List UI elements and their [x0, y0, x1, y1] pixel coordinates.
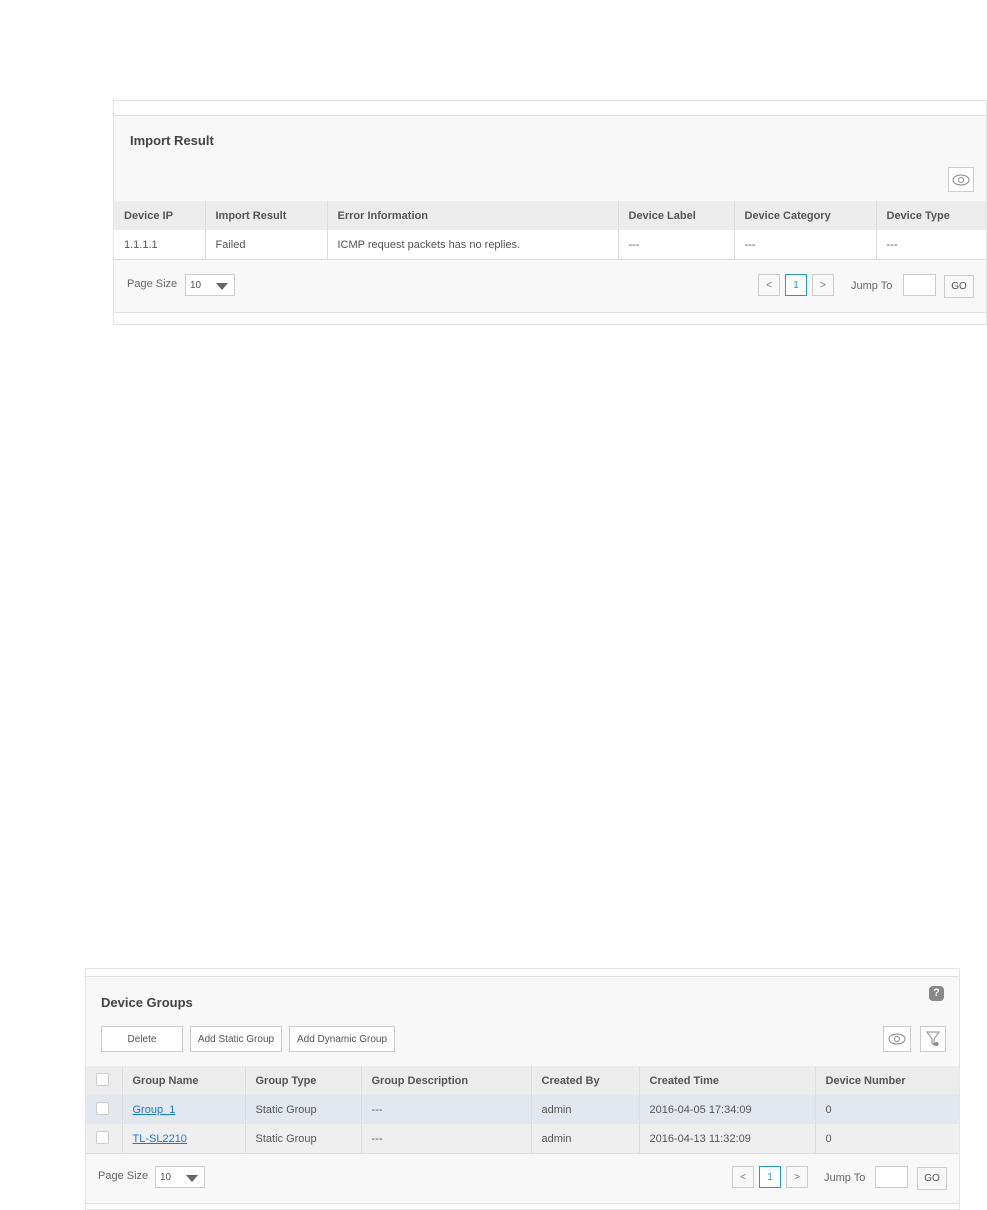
device-groups-panel: Device Groups ? Delete Add Static Group …	[85, 968, 960, 1210]
row-checkbox[interactable]	[96, 1130, 109, 1144]
table-row[interactable]: TL-SL2210 Static Group --- admin 2016-04…	[86, 1124, 959, 1154]
cell: ---	[886, 238, 898, 251]
col-created-by[interactable]: Created By	[531, 1066, 640, 1095]
import-result-panel: Import Result Device IP Import Result Er…	[113, 100, 987, 325]
col-device-ip[interactable]: Device IP	[114, 201, 206, 230]
select-all-checkbox[interactable]	[96, 1072, 109, 1086]
panel-title: Device Groups	[101, 995, 193, 1010]
cell: ---	[618, 230, 735, 260]
col-created-time[interactable]: Created Time	[639, 1066, 816, 1095]
next-page-button[interactable]: >	[812, 274, 834, 296]
col-device-number[interactable]: Device Number	[815, 1066, 959, 1095]
cell: admin	[531, 1124, 640, 1154]
cell: ---	[734, 230, 877, 260]
go-button[interactable]: GO	[917, 1167, 947, 1190]
group-name-link[interactable]: Group_1	[133, 1104, 176, 1116]
row-checkbox[interactable]	[96, 1101, 109, 1115]
cell: 2016-04-13 11:32:09	[639, 1124, 816, 1154]
cell: ---	[361, 1095, 532, 1124]
col-group-type[interactable]: Group Type	[245, 1066, 362, 1095]
eye-icon	[888, 1033, 906, 1045]
eye-icon	[952, 174, 970, 185]
cell: 0	[825, 1103, 832, 1116]
table-header: Group Name Group Type Group Description …	[86, 1066, 959, 1095]
column-visibility-button[interactable]	[883, 1026, 911, 1052]
col-import-result[interactable]: Import Result	[205, 201, 328, 230]
table-header: Device IP Import Result Error Informatio…	[114, 201, 986, 230]
jump-to-input[interactable]	[903, 274, 936, 296]
page-size-select[interactable]: 10	[185, 274, 235, 296]
column-visibility-button[interactable]	[948, 167, 974, 192]
page-size-label: Page Size	[98, 1170, 149, 1182]
page-1-button[interactable]: 1	[785, 274, 807, 296]
page-size-value: 10	[160, 1172, 172, 1183]
delete-button[interactable]: Delete	[101, 1026, 183, 1052]
cell: Failed	[205, 230, 328, 260]
cell: ---	[361, 1124, 532, 1154]
jump-to-label: Jump To	[824, 1172, 866, 1184]
page-size-select[interactable]: 10	[155, 1166, 205, 1188]
chevron-down-icon	[216, 283, 228, 290]
col-device-label[interactable]: Device Label	[618, 201, 735, 230]
chevron-down-icon	[186, 1175, 198, 1182]
cell: 1.1.1.1	[114, 230, 206, 260]
col-device-category[interactable]: Device Category	[734, 201, 877, 230]
table-row[interactable]: Group_1 Static Group --- admin 2016-04-0…	[86, 1095, 959, 1124]
cell: admin	[531, 1095, 640, 1124]
filter-gear-icon	[926, 1031, 940, 1047]
cell: Static Group	[245, 1095, 362, 1124]
group-name-link[interactable]: TL-SL2210	[133, 1133, 187, 1145]
table-row: 1.1.1.1 Failed ICMP request packets has …	[114, 230, 986, 260]
cell: Static Group	[245, 1124, 362, 1154]
col-group-name[interactable]: Group Name	[122, 1066, 246, 1095]
jump-to-input[interactable]	[875, 1166, 908, 1188]
filter-settings-button[interactable]	[920, 1026, 946, 1052]
page-size-label: Page Size	[127, 278, 178, 290]
cell: ICMP request packets has no replies.	[327, 230, 619, 260]
device-groups-table: Group Name Group Type Group Description …	[86, 1066, 959, 1154]
add-dynamic-group-button[interactable]: Add Dynamic Group	[289, 1026, 395, 1052]
add-static-group-button[interactable]: Add Static Group	[190, 1026, 282, 1052]
next-page-button[interactable]: >	[786, 1166, 808, 1188]
go-button[interactable]: GO	[944, 275, 974, 298]
import-result-table: Device IP Import Result Error Informatio…	[114, 201, 986, 260]
page-size-value: 10	[190, 280, 202, 291]
help-icon[interactable]: ?	[929, 986, 944, 1001]
cell: 0	[825, 1132, 832, 1145]
col-device-type[interactable]: Device Type	[876, 201, 986, 230]
prev-page-button[interactable]: <	[758, 274, 780, 296]
jump-to-label: Jump To	[851, 280, 893, 292]
prev-page-button[interactable]: <	[732, 1166, 754, 1188]
panel-title: Import Result	[130, 133, 214, 148]
col-error-information[interactable]: Error Information	[327, 201, 619, 230]
col-group-description[interactable]: Group Description	[361, 1066, 532, 1095]
page-1-button[interactable]: 1	[759, 1166, 781, 1188]
cell: 2016-04-05 17:34:09	[639, 1095, 816, 1124]
